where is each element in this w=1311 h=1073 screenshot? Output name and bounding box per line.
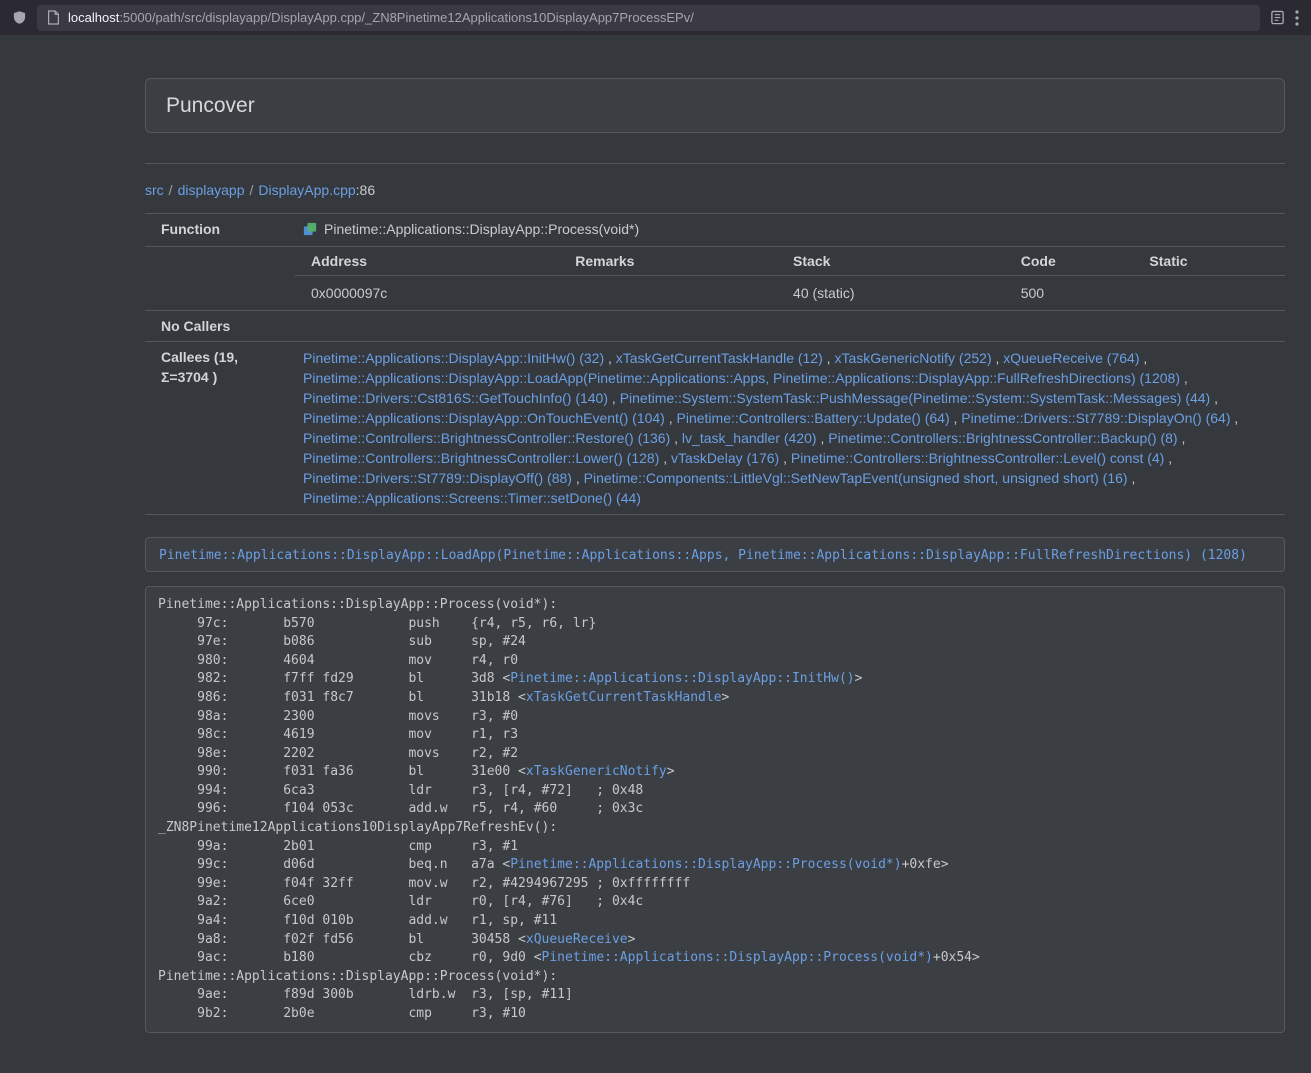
url-domain: localhost xyxy=(68,10,119,25)
function-name: Pinetime::Applications::DisplayApp::Proc… xyxy=(324,221,639,237)
callee-separator: , xyxy=(608,390,620,406)
callee-link[interactable]: Pinetime::Applications::DisplayApp::OnTo… xyxy=(303,410,665,426)
breadcrumb: src/displayapp/DisplayApp.cpp:86 xyxy=(145,180,1285,200)
callee-link[interactable]: vTaskDelay (176) xyxy=(671,450,779,466)
disassembly-symbol-link[interactable]: Pinetime::Applications::DisplayApp::Init… xyxy=(510,671,854,686)
symbol-link[interactable]: Pinetime::Applications::DisplayApp::Load… xyxy=(159,548,1247,563)
disassembly-symbol-link[interactable]: xQueueReceive xyxy=(526,932,628,947)
callee-separator: , xyxy=(659,450,671,466)
reader-view-icon[interactable] xyxy=(1270,10,1285,25)
code-value: 500 xyxy=(1013,276,1142,311)
symbol-panel[interactable]: Pinetime::Applications::DisplayApp::Load… xyxy=(145,537,1285,572)
callee-separator: , xyxy=(670,430,682,446)
address-table-row: Address Remarks Stack Code Static 0x0000… xyxy=(145,247,1285,311)
callee-separator: , xyxy=(779,450,791,466)
menu-dots-icon[interactable] xyxy=(1295,10,1299,26)
disassembly-symbol-link[interactable]: Pinetime::Applications::DisplayApp::Proc… xyxy=(542,950,933,965)
url-path: :5000/path/src/displayapp/DisplayApp.cpp… xyxy=(119,10,694,25)
callee-separator: , xyxy=(1128,470,1136,486)
function-name-cell: Pinetime::Applications::DisplayApp::Proc… xyxy=(295,214,1285,247)
empty-label-cell xyxy=(145,247,295,311)
callees-list: Pinetime::Applications::DisplayApp::Init… xyxy=(295,342,1285,515)
callee-separator: , xyxy=(823,350,835,366)
static-value xyxy=(1141,276,1285,311)
address-data-row: 0x0000097c 40 (static) 500 xyxy=(295,276,1285,311)
function-table: Function Pinetime::Applications::Display… xyxy=(145,213,1285,515)
callee-separator: , xyxy=(1231,410,1239,426)
main-container: Puncover src/displayapp/DisplayApp.cpp:8… xyxy=(145,78,1285,1073)
callee-link[interactable]: lv_task_handler (420) xyxy=(682,430,817,446)
browser-chrome: localhost:5000/path/src/displayapp/Displ… xyxy=(0,0,1311,35)
function-row: Function Pinetime::Applications::Display… xyxy=(145,214,1285,247)
breadcrumb-displayapp-link[interactable]: displayapp xyxy=(178,182,245,198)
url-text: localhost:5000/path/src/displayapp/Displ… xyxy=(68,10,694,25)
callee-link[interactable]: Pinetime::Controllers::Battery::Update()… xyxy=(677,410,950,426)
callee-separator: , xyxy=(1164,450,1172,466)
callee-separator: , xyxy=(817,430,829,446)
callees-row: Callees (19, Σ=3704 ) Pinetime::Applicat… xyxy=(145,342,1285,515)
callee-link[interactable]: Pinetime::Applications::Screens::Timer::… xyxy=(303,490,641,506)
address-table: Address Remarks Stack Code Static 0x0000… xyxy=(295,247,1285,310)
callee-separator: , xyxy=(604,350,616,366)
callee-separator: , xyxy=(950,410,962,426)
breadcrumb-separator: / xyxy=(169,182,173,198)
breadcrumb-file-link[interactable]: DisplayApp.cpp xyxy=(258,182,355,198)
callee-link[interactable]: xQueueReceive (764) xyxy=(1003,350,1139,366)
callee-link[interactable]: xTaskGenericNotify (252) xyxy=(834,350,991,366)
callee-link[interactable]: Pinetime::Drivers::St7789::DisplayOff() … xyxy=(303,470,572,486)
remarks-value xyxy=(567,276,785,311)
callee-link[interactable]: xTaskGetCurrentTaskHandle (12) xyxy=(616,350,823,366)
col-header-remarks: Remarks xyxy=(567,247,785,276)
function-label: Function xyxy=(145,214,295,247)
callee-separator: , xyxy=(1139,350,1147,366)
page-title: Puncover xyxy=(166,94,1264,117)
callee-separator: , xyxy=(1178,430,1186,446)
disassembly-symbol-link[interactable]: Pinetime::Applications::DisplayApp::Proc… xyxy=(510,857,901,872)
callee-separator: , xyxy=(572,470,584,486)
callee-link[interactable]: Pinetime::Drivers::Cst816S::GetTouchInfo… xyxy=(303,390,608,406)
callee-link[interactable]: Pinetime::Controllers::BrightnessControl… xyxy=(303,430,670,446)
page-content: Puncover src/displayapp/DisplayApp.cpp:8… xyxy=(0,78,1311,1073)
callee-link[interactable]: Pinetime::Applications::DisplayApp::Load… xyxy=(303,370,1180,386)
breadcrumb-separator: / xyxy=(250,182,254,198)
no-callers-label: No Callers xyxy=(145,311,295,342)
col-header-static: Static xyxy=(1141,247,1285,276)
breadcrumb-src-link[interactable]: src xyxy=(145,182,164,198)
app-header-panel: Puncover xyxy=(145,78,1285,133)
callees-label: Callees (19, Σ=3704 ) xyxy=(145,342,295,515)
address-table-header-row: Address Remarks Stack Code Static xyxy=(295,247,1285,276)
col-header-code: Code xyxy=(1013,247,1142,276)
stack-value: 40 (static) xyxy=(785,276,1013,311)
callee-separator: , xyxy=(1180,370,1188,386)
col-header-stack: Stack xyxy=(785,247,1013,276)
page-icon xyxy=(47,10,60,25)
callee-link[interactable]: Pinetime::Components::LittleVgl::SetNewT… xyxy=(584,470,1128,486)
url-bar[interactable]: localhost:5000/path/src/displayapp/Displ… xyxy=(37,5,1260,31)
col-header-address: Address xyxy=(295,247,567,276)
callee-separator: , xyxy=(665,410,677,426)
callee-link[interactable]: Pinetime::Controllers::BrightnessControl… xyxy=(303,450,659,466)
breadcrumb-line-number: :86 xyxy=(356,182,375,198)
address-value: 0x0000097c xyxy=(295,276,567,311)
callee-link[interactable]: Pinetime::Controllers::BrightnessControl… xyxy=(828,430,1177,446)
callee-link[interactable]: Pinetime::Drivers::St7789::DisplayOn() (… xyxy=(961,410,1230,426)
shield-icon[interactable] xyxy=(12,9,27,26)
no-callers-row: No Callers xyxy=(145,311,1285,342)
function-icon xyxy=(303,221,317,241)
callee-link[interactable]: Pinetime::System::SystemTask::PushMessag… xyxy=(620,390,1211,406)
disassembly: Pinetime::Applications::DisplayApp::Proc… xyxy=(145,586,1285,1033)
callee-link[interactable]: Pinetime::Controllers::BrightnessControl… xyxy=(791,450,1164,466)
divider xyxy=(145,163,1285,164)
callee-link[interactable]: Pinetime::Applications::DisplayApp::Init… xyxy=(303,350,604,366)
disassembly-symbol-link[interactable]: xTaskGetCurrentTaskHandle xyxy=(526,690,722,705)
callee-separator: , xyxy=(992,350,1004,366)
callee-separator: , xyxy=(1210,390,1218,406)
disassembly-symbol-link[interactable]: xTaskGenericNotify xyxy=(526,764,667,779)
